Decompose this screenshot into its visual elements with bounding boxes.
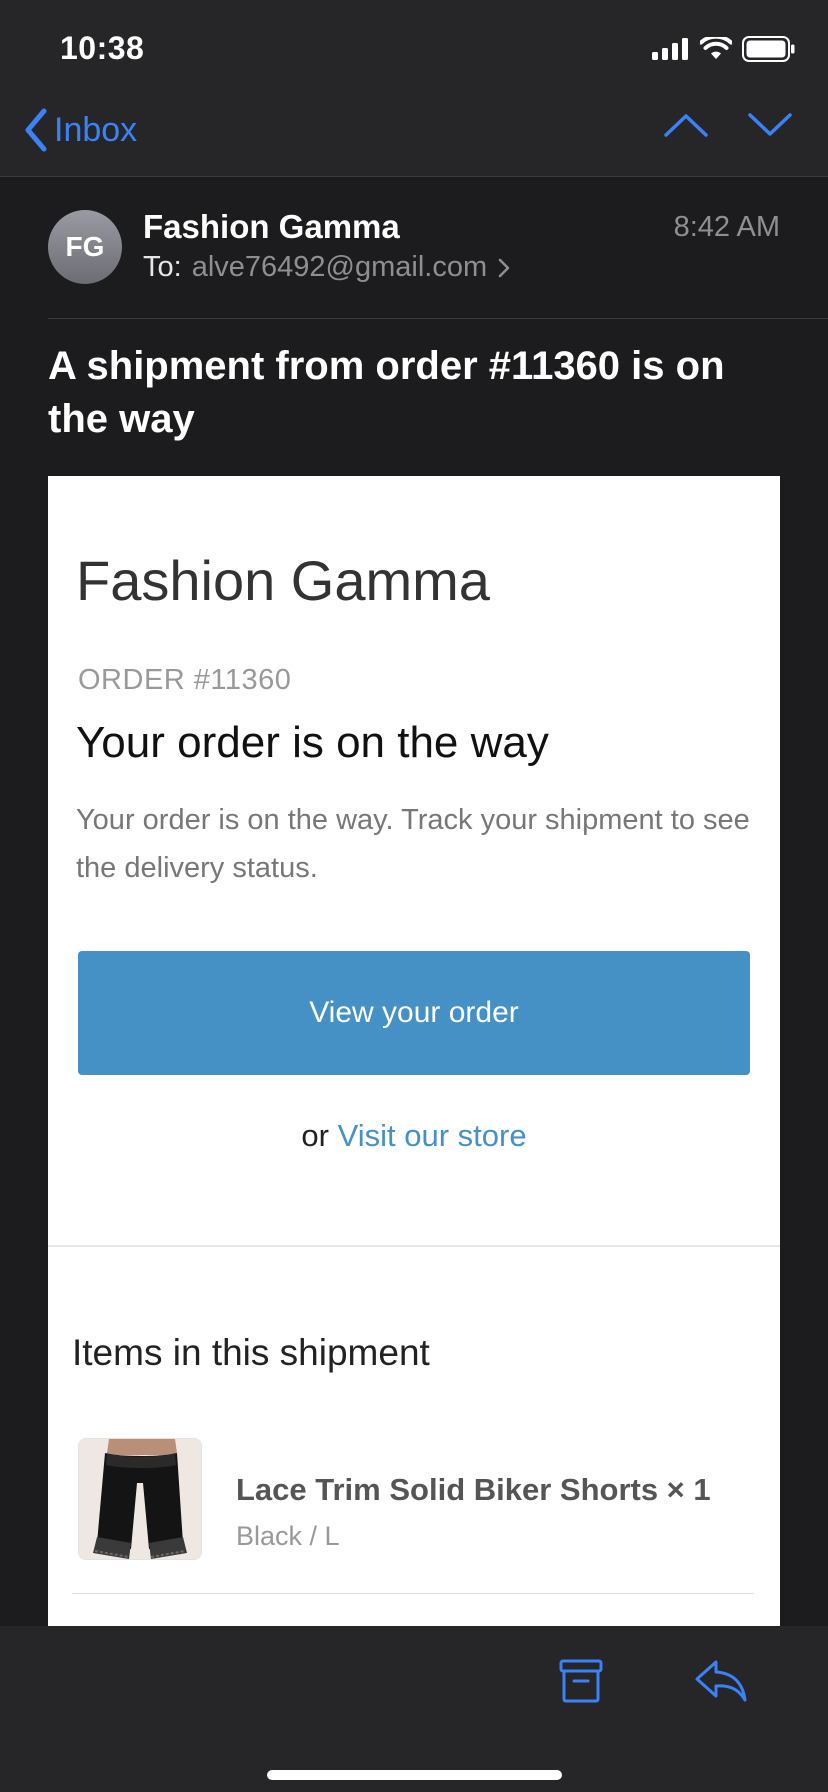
chevron-up-icon[interactable] xyxy=(664,112,708,138)
chevron-down-icon[interactable] xyxy=(748,112,792,138)
or-text: or xyxy=(301,1118,329,1153)
message-time: 8:42 AM xyxy=(673,211,780,243)
message-subject: A shipment from order #11360 is on the w… xyxy=(48,344,725,441)
recipient-address: alve76492@gmail.com xyxy=(191,251,488,283)
back-label: Inbox xyxy=(54,110,138,149)
wifi-icon xyxy=(700,37,732,59)
back-button[interactable]: Inbox xyxy=(24,108,137,152)
reply-icon[interactable] xyxy=(694,1658,748,1704)
product-thumbnail xyxy=(78,1438,202,1560)
home-indicator xyxy=(267,1770,562,1780)
navigation-bar: 10:38 Inbox xyxy=(0,0,828,177)
status-icons xyxy=(652,36,796,62)
item-divider xyxy=(72,1593,754,1594)
product-variant: Black / L xyxy=(236,1521,340,1551)
items-title: Items in this shipment xyxy=(72,1332,430,1373)
order-description: Your order is on the way. Track your shi… xyxy=(76,804,750,884)
signal-icon xyxy=(652,38,688,60)
email-body: Fashion Gamma ORDER #11360 Your order is… xyxy=(48,476,780,1626)
view-order-button[interactable]: View your order xyxy=(78,951,750,1075)
recipient-line[interactable]: To: alve76492@gmail.com xyxy=(143,251,511,284)
status-time: 10:38 xyxy=(60,30,145,66)
message-navigation xyxy=(664,112,792,138)
store-link-line: or Visit our store xyxy=(48,1118,780,1154)
to-label: To: xyxy=(143,251,182,283)
chevron-left-icon xyxy=(25,108,47,152)
toolbar xyxy=(0,1626,828,1792)
order-number: ORDER #11360 xyxy=(78,664,292,696)
avatar: FG xyxy=(48,210,122,284)
product-name: Lace Trim Solid Biker Shorts × 1 xyxy=(236,1472,711,1507)
order-headline: Your order is on the way xyxy=(76,718,549,767)
section-divider xyxy=(48,1245,780,1247)
store-name: Fashion Gamma xyxy=(76,549,490,612)
battery-icon xyxy=(742,36,795,62)
archive-icon[interactable] xyxy=(556,1658,606,1704)
header-divider xyxy=(48,318,828,319)
sender-name[interactable]: Fashion Gamma xyxy=(143,208,400,246)
chevron-right-icon xyxy=(498,258,510,277)
visit-store-link[interactable]: Visit our store xyxy=(338,1118,527,1153)
